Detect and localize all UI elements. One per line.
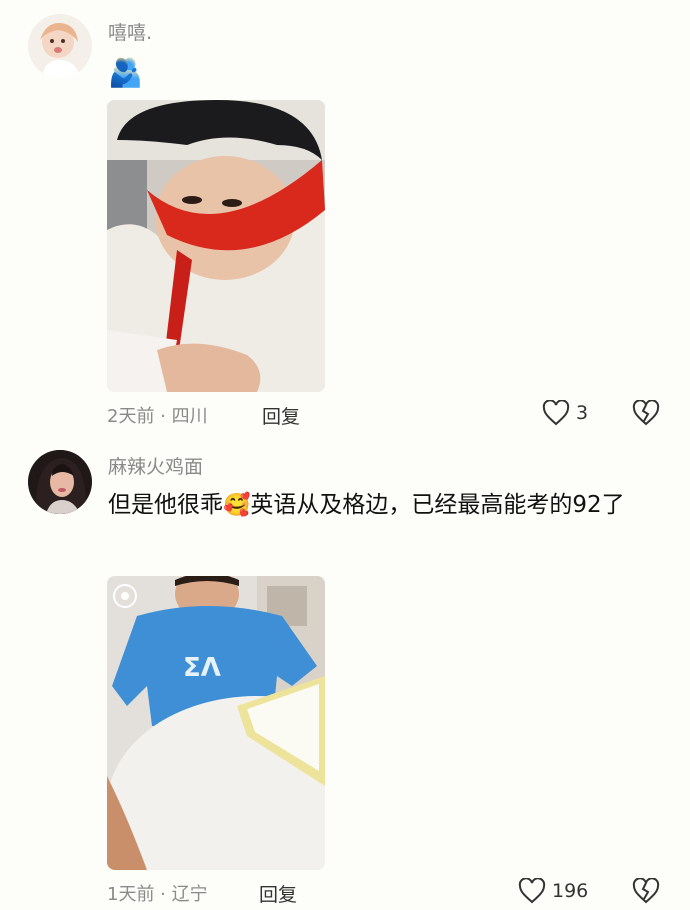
comment-photo[interactable]: ΣΛ	[107, 576, 325, 870]
like-count: 3	[576, 402, 589, 424]
reply-button[interactable]: 回复	[259, 880, 297, 907]
smiling-hearts-emoji: 🥰	[223, 493, 251, 518]
comment-text-part: 但是他很乖	[108, 492, 223, 518]
comment-meta: 2天前 · 四川	[107, 406, 208, 427]
comment-item: 嘻嘻. 🫂 2天前 · 四川 回复 3	[0, 0, 690, 440]
heart-outline-icon	[542, 400, 570, 426]
dislike-button[interactable]	[632, 399, 660, 430]
comment-text-part: 英语从及格边，已经最高能考的92了	[250, 492, 625, 518]
avatar-image	[28, 14, 92, 78]
heart-outline-icon	[518, 878, 546, 904]
like-count: 196	[552, 880, 589, 902]
comment-meta: 1天前 · 辽宁	[107, 884, 208, 905]
like-button[interactable]: 3	[542, 400, 588, 426]
reply-button[interactable]: 回复	[262, 402, 300, 429]
shirt-print: ΣΛ	[183, 653, 221, 683]
comment-item: 麻辣火鸡面 但是他很乖🥰英语从及格边，已经最高能考的92了 ΣΛ 1天前 · 辽…	[0, 440, 690, 910]
avatar[interactable]	[28, 14, 92, 78]
broken-heart-icon	[632, 877, 660, 904]
photo-boy-blue-shirt: ΣΛ	[107, 576, 325, 870]
avatar-image	[28, 450, 92, 514]
broken-heart-icon	[632, 399, 660, 426]
comment-photo[interactable]	[107, 100, 325, 392]
username[interactable]: 嘻嘻.	[108, 18, 152, 45]
comment-text: 但是他很乖🥰英语从及格边，已经最高能考的92了	[108, 484, 668, 527]
dislike-button[interactable]	[632, 877, 660, 908]
like-button[interactable]: 196	[518, 878, 588, 904]
avatar[interactable]	[28, 450, 92, 514]
photo-boy-red-scarf	[107, 100, 325, 392]
username[interactable]: 麻辣火鸡面	[108, 452, 203, 479]
hug-emoji: 🫂	[108, 56, 143, 89]
